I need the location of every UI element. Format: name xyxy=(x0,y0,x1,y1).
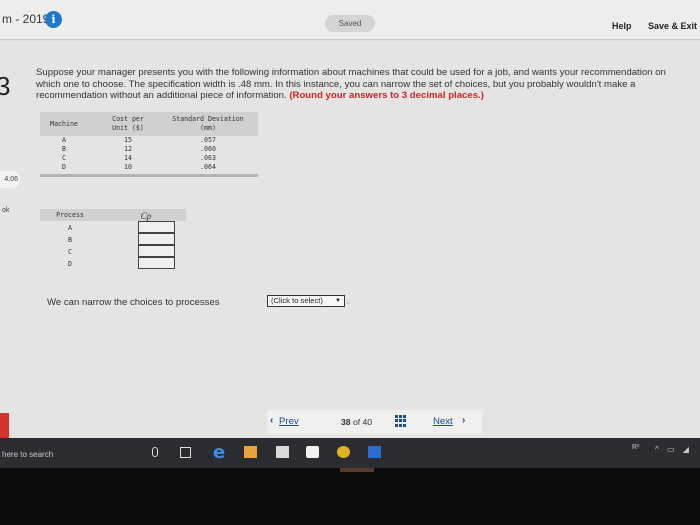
sentence-period: . xyxy=(346,297,349,306)
cost-cell: 10 xyxy=(124,163,132,171)
screen: m - 2019 i Saved Help Save & Exit 3 4:06… xyxy=(0,0,700,525)
edge-browser-icon[interactable]: e xyxy=(213,442,225,463)
rounding-instruction: (Round your answers to 3 decimal places.… xyxy=(289,90,484,101)
question-panel: 3 4:06 ok Suppose your manager presents … xyxy=(0,41,700,438)
chevron-right-icon[interactable]: › xyxy=(462,415,465,426)
cp-input-b[interactable] xyxy=(138,233,175,245)
page-count: 38 of 40 xyxy=(341,417,372,427)
cp-input-d[interactable] xyxy=(138,257,175,269)
table-bottom-rule xyxy=(40,174,258,177)
question-prompt: Suppose your manager presents you with t… xyxy=(36,67,676,102)
file-explorer-icon[interactable] xyxy=(244,446,257,458)
side-ok-label: ok xyxy=(2,207,10,214)
process-select-dropdown[interactable]: (Click to select) ▼ . xyxy=(267,295,349,307)
header-cp: Cp xyxy=(140,211,152,221)
cp-input-c[interactable] xyxy=(138,245,175,257)
grid-icon[interactable] xyxy=(395,415,407,427)
timer-badge[interactable]: 4:06 xyxy=(0,171,20,188)
side-red-tab[interactable] xyxy=(0,413,9,438)
help-link[interactable]: Help xyxy=(612,21,632,31)
course-title: m - 2019 xyxy=(2,12,50,26)
cost-cell: 14 xyxy=(124,154,132,162)
bezel-reflection xyxy=(340,468,374,472)
info-icon[interactable]: i xyxy=(45,11,62,28)
table-row: D xyxy=(40,257,186,269)
header-sd-line1: Standard Deviation xyxy=(172,115,244,123)
table-row: B 12 .060 xyxy=(40,145,258,154)
microphone-icon[interactable] xyxy=(152,447,158,457)
machine-table-header: Machine Cost per Unit ($) Standard Devia… xyxy=(40,112,258,136)
sd-cell: .064 xyxy=(200,163,216,171)
table-row: B xyxy=(40,233,186,245)
select-value: (Click to select) xyxy=(271,296,323,305)
mail-icon[interactable] xyxy=(306,446,319,458)
question-pager: ‹ Prev 38 of 40 Next › xyxy=(267,410,482,434)
monitor-bezel xyxy=(0,468,700,525)
cp-input-a[interactable] xyxy=(138,221,175,233)
cost-cell: 12 xyxy=(124,145,132,153)
machine-table: Machine Cost per Unit ($) Standard Devia… xyxy=(40,112,258,177)
tray-people-icon[interactable]: R² xyxy=(632,444,639,451)
windows-taskbar: here to search e R² ^ ▭ ◢ xyxy=(0,438,700,468)
machine-cell: C xyxy=(62,154,66,162)
table-row: A xyxy=(40,221,186,233)
process-cell: D xyxy=(68,260,72,268)
chevron-left-icon[interactable]: ‹ xyxy=(270,415,273,426)
process-cell: A xyxy=(68,224,72,232)
machine-cell: B xyxy=(62,145,66,153)
cost-cell: 15 xyxy=(124,136,132,144)
header-cost-line1: Cost per xyxy=(112,115,144,123)
header-machine: Machine xyxy=(50,120,78,128)
process-cell: C xyxy=(68,248,72,256)
question-number: 3 xyxy=(0,71,11,101)
taskbar-search[interactable]: here to search xyxy=(2,450,53,459)
of-label: of xyxy=(352,417,361,427)
table-row: A 15 .057 xyxy=(40,136,258,145)
process-cp-table: Process Cp A B C D xyxy=(40,209,186,269)
prev-button[interactable]: Prev xyxy=(279,416,299,427)
table-row: D 10 .064 xyxy=(40,163,258,172)
sd-cell: .057 xyxy=(200,136,216,144)
sd-cell: .060 xyxy=(200,145,216,153)
machine-cell: D xyxy=(62,163,66,171)
next-button[interactable]: Next xyxy=(433,416,453,427)
header-cost-line2: Unit ($) xyxy=(112,124,144,132)
save-exit-link[interactable]: Save & Exit xyxy=(648,21,697,31)
sd-cell: .063 xyxy=(200,154,216,162)
machine-cell: A xyxy=(62,136,66,144)
assignment-header: m - 2019 i Saved Help Save & Exit xyxy=(0,0,700,40)
header-sd-line2: (mm) xyxy=(200,124,216,132)
table-row: C 14 .063 xyxy=(40,154,258,163)
header-process: Process xyxy=(56,211,84,219)
process-table-header: Process Cp xyxy=(40,209,186,221)
current-page: 38 xyxy=(341,417,351,427)
system-tray-icons[interactable]: ^ ▭ ◢ xyxy=(655,445,692,454)
task-view-icon[interactable] xyxy=(180,447,191,458)
chrome-icon[interactable] xyxy=(337,446,350,458)
store-icon[interactable] xyxy=(276,446,289,458)
chevron-down-icon: ▼ xyxy=(335,298,341,304)
narrow-choices-text: We can narrow the choices to processes xyxy=(47,297,220,308)
total-pages: 40 xyxy=(362,417,373,427)
app-icon[interactable] xyxy=(368,446,381,458)
process-cell: B xyxy=(68,236,72,244)
saved-status-badge: Saved xyxy=(325,15,375,32)
table-row: C xyxy=(40,245,186,257)
